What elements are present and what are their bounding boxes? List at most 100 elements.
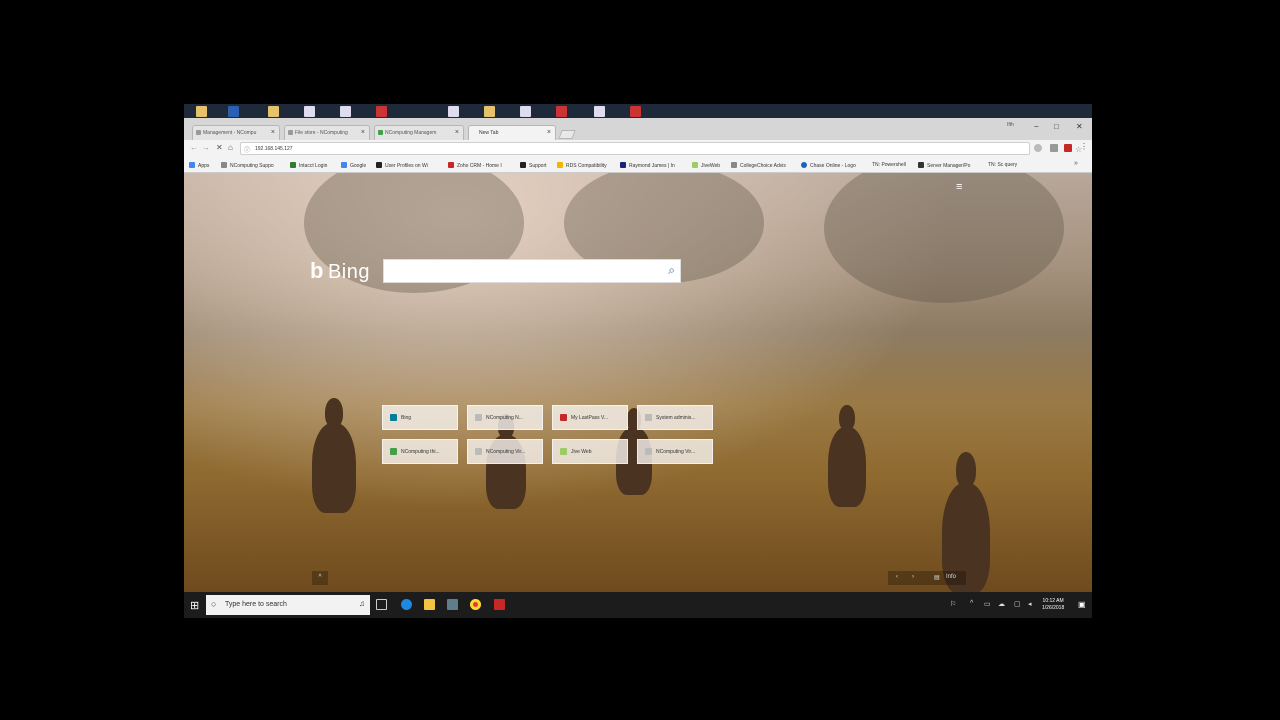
bookmark-rds-compatibility[interactable]: RDS Compatibility	[557, 162, 607, 169]
edge-icon[interactable]	[401, 599, 412, 610]
bookmark-tn-sc-query[interactable]: TN: Sc query	[988, 162, 1017, 168]
info-panel-icon[interactable]: ▤	[934, 574, 940, 581]
tab-management[interactable]: Management - NCompu ×	[192, 125, 280, 140]
page-icon	[475, 448, 482, 455]
bookmark-intacct[interactable]: Intacct Login	[290, 162, 327, 169]
bookmark-jiveweb[interactable]: JiveWeb	[692, 162, 720, 169]
desktop-document-icon[interactable]	[594, 106, 605, 117]
desktop-pdf-icon[interactable]	[556, 106, 567, 117]
close-icon[interactable]: ×	[361, 129, 365, 136]
lastpass-icon[interactable]	[1064, 144, 1072, 152]
close-icon[interactable]: ×	[271, 129, 275, 136]
chevron-right-icon[interactable]: ›	[912, 574, 914, 580]
browser-tab-bar: Management - NCompu × File store - NComp…	[184, 118, 1092, 140]
menu-icon[interactable]: ≡	[956, 181, 962, 193]
desktop-document-icon[interactable]	[520, 106, 531, 117]
bing-logo-text: Bing	[327, 261, 370, 283]
bookmark-zoho-crm[interactable]: Zoho CRM - Home I	[448, 162, 502, 169]
forward-arrow-icon[interactable]: →	[202, 143, 210, 152]
tab-new-tab[interactable]: New Tab ×	[468, 125, 556, 140]
new-tab-button[interactable]	[558, 130, 576, 139]
monitor-icon[interactable]: ▢	[1014, 600, 1021, 608]
desktop-folder-icon[interactable]	[196, 106, 207, 117]
profile-label[interactable]: Ifth	[1007, 122, 1014, 128]
onedrive-icon[interactable]: ☁	[998, 600, 1005, 608]
background-tree	[824, 173, 1064, 303]
top-site-tile[interactable]: My LastPass V...	[552, 405, 628, 430]
top-site-tile[interactable]: NComputing Vir...	[467, 439, 543, 464]
bookmark-apps[interactable]: Apps	[189, 162, 209, 169]
minimize-icon[interactable]: −	[1034, 122, 1039, 131]
search-input[interactable]: ⌕	[383, 259, 681, 283]
task-view-icon[interactable]	[376, 599, 387, 610]
people-icon[interactable]: ⚐	[950, 600, 956, 608]
bookmark-label: JiveWeb	[701, 163, 721, 169]
bookmark-label: Chase Online - Logo	[810, 163, 856, 169]
top-site-tile[interactable]: Bing	[382, 405, 458, 430]
jive-icon	[692, 162, 698, 168]
volume-icon[interactable]: ◂	[1028, 600, 1032, 608]
top-site-tile[interactable]: System adminis...	[637, 405, 713, 430]
back-arrow-icon[interactable]: ←	[190, 143, 198, 152]
search-icon[interactable]: ⌕	[668, 263, 675, 278]
bookmark-label: TN: Powershell	[872, 162, 906, 168]
notifications-icon[interactable]: ▣	[1078, 600, 1086, 609]
desktop-pdf-icon[interactable]	[630, 106, 641, 117]
windows-taskbar: ⊞ ○ Type here to search ♫ ⚐ ^ ▭ ☁ ▢ ◂ 10…	[184, 592, 1092, 618]
chevron-right-icon[interactable]: »	[1074, 160, 1078, 167]
desktop-document-icon[interactable]	[340, 106, 351, 117]
taskbar-search-input[interactable]: ○ Type here to search ♫	[206, 595, 370, 615]
chrome-icon[interactable]	[470, 599, 481, 610]
file-explorer-icon[interactable]	[424, 599, 435, 610]
browser-toolbar: ← → ✕ ⌂ ⓘ 192.168.145.127 ☆ ⋮	[184, 140, 1092, 157]
extension-icon[interactable]	[1050, 144, 1058, 152]
maximize-icon[interactable]: □	[1054, 122, 1059, 131]
info-label[interactable]: Info	[946, 574, 956, 580]
top-site-tile[interactable]: NComputing N...	[467, 405, 543, 430]
desktop-document-icon[interactable]	[448, 106, 459, 117]
page-icon	[645, 448, 652, 455]
top-site-tile[interactable]: Jive Web	[552, 439, 628, 464]
chevron-up-icon[interactable]: ^	[970, 600, 973, 607]
desktop-folder-icon[interactable]	[268, 106, 279, 117]
bookmark-raymond-james[interactable]: Raymond James | In	[620, 162, 675, 169]
bookmark-google[interactable]: Google	[341, 162, 366, 169]
stop-icon[interactable]: ✕	[216, 143, 223, 152]
bookmark-ncomputing-support[interactable]: NComputing Suppo	[221, 162, 274, 169]
bookmark-tn-powershell[interactable]: TN: Powershell	[872, 162, 906, 168]
top-site-tile[interactable]: NComputing Vir...	[637, 439, 713, 464]
bookmark-label: NComputing Suppo	[230, 163, 274, 169]
bookmark-support[interactable]: Support	[520, 162, 547, 169]
top-site-tile[interactable]: NComputing thi...	[382, 439, 458, 464]
close-icon[interactable]: ×	[455, 129, 459, 136]
taskbar-clock[interactable]: 10:12 AM 1/26/2018	[1042, 598, 1064, 612]
extension-icon[interactable]	[1034, 144, 1042, 152]
bookmark-chase[interactable]: Chase Online - Logo	[801, 162, 856, 169]
bookmark-user-profiles[interactable]: User Profiles on Wi	[376, 162, 428, 169]
close-window-icon[interactable]: ✕	[1076, 122, 1083, 131]
windows-start-icon[interactable]: ⊞	[190, 599, 199, 612]
bing-icon	[390, 414, 397, 421]
bookmark-collegechoice[interactable]: CollegeChoice Advis	[731, 162, 786, 169]
bookmark-server-manager[interactable]: Server Manager/Po	[918, 162, 970, 169]
close-icon[interactable]: ×	[547, 129, 551, 136]
folder-icon	[557, 162, 563, 168]
new-tab-page: ≡ b Bing ⌕ Bing NComputing N... My LastPa…	[184, 173, 1092, 592]
app-icon[interactable]	[447, 599, 458, 610]
tab-file-store[interactable]: File store - NComputing ×	[284, 125, 370, 140]
kangaroo	[828, 404, 866, 507]
home-icon[interactable]: ⌂	[228, 143, 233, 152]
desktop-document-icon[interactable]	[304, 106, 315, 117]
chevron-up-icon[interactable]: ^	[312, 571, 328, 585]
desktop-app-icon[interactable]	[228, 106, 239, 117]
network-icon[interactable]: ▭	[984, 600, 991, 608]
tab-ncomputing-management[interactable]: NComputing Managem ×	[374, 125, 464, 140]
more-menu-icon[interactable]: ⋮	[1080, 142, 1088, 151]
desktop-pdf-icon[interactable]	[376, 106, 387, 117]
microphone-icon[interactable]: ♫	[359, 599, 365, 608]
chevron-left-icon[interactable]: ‹	[896, 574, 898, 580]
desktop-folder-icon[interactable]	[484, 106, 495, 117]
pdf-app-icon[interactable]	[494, 599, 505, 610]
info-icon[interactable]: ⓘ	[244, 145, 250, 154]
address-bar[interactable]: ⓘ 192.168.145.127 ☆	[240, 142, 1082, 155]
